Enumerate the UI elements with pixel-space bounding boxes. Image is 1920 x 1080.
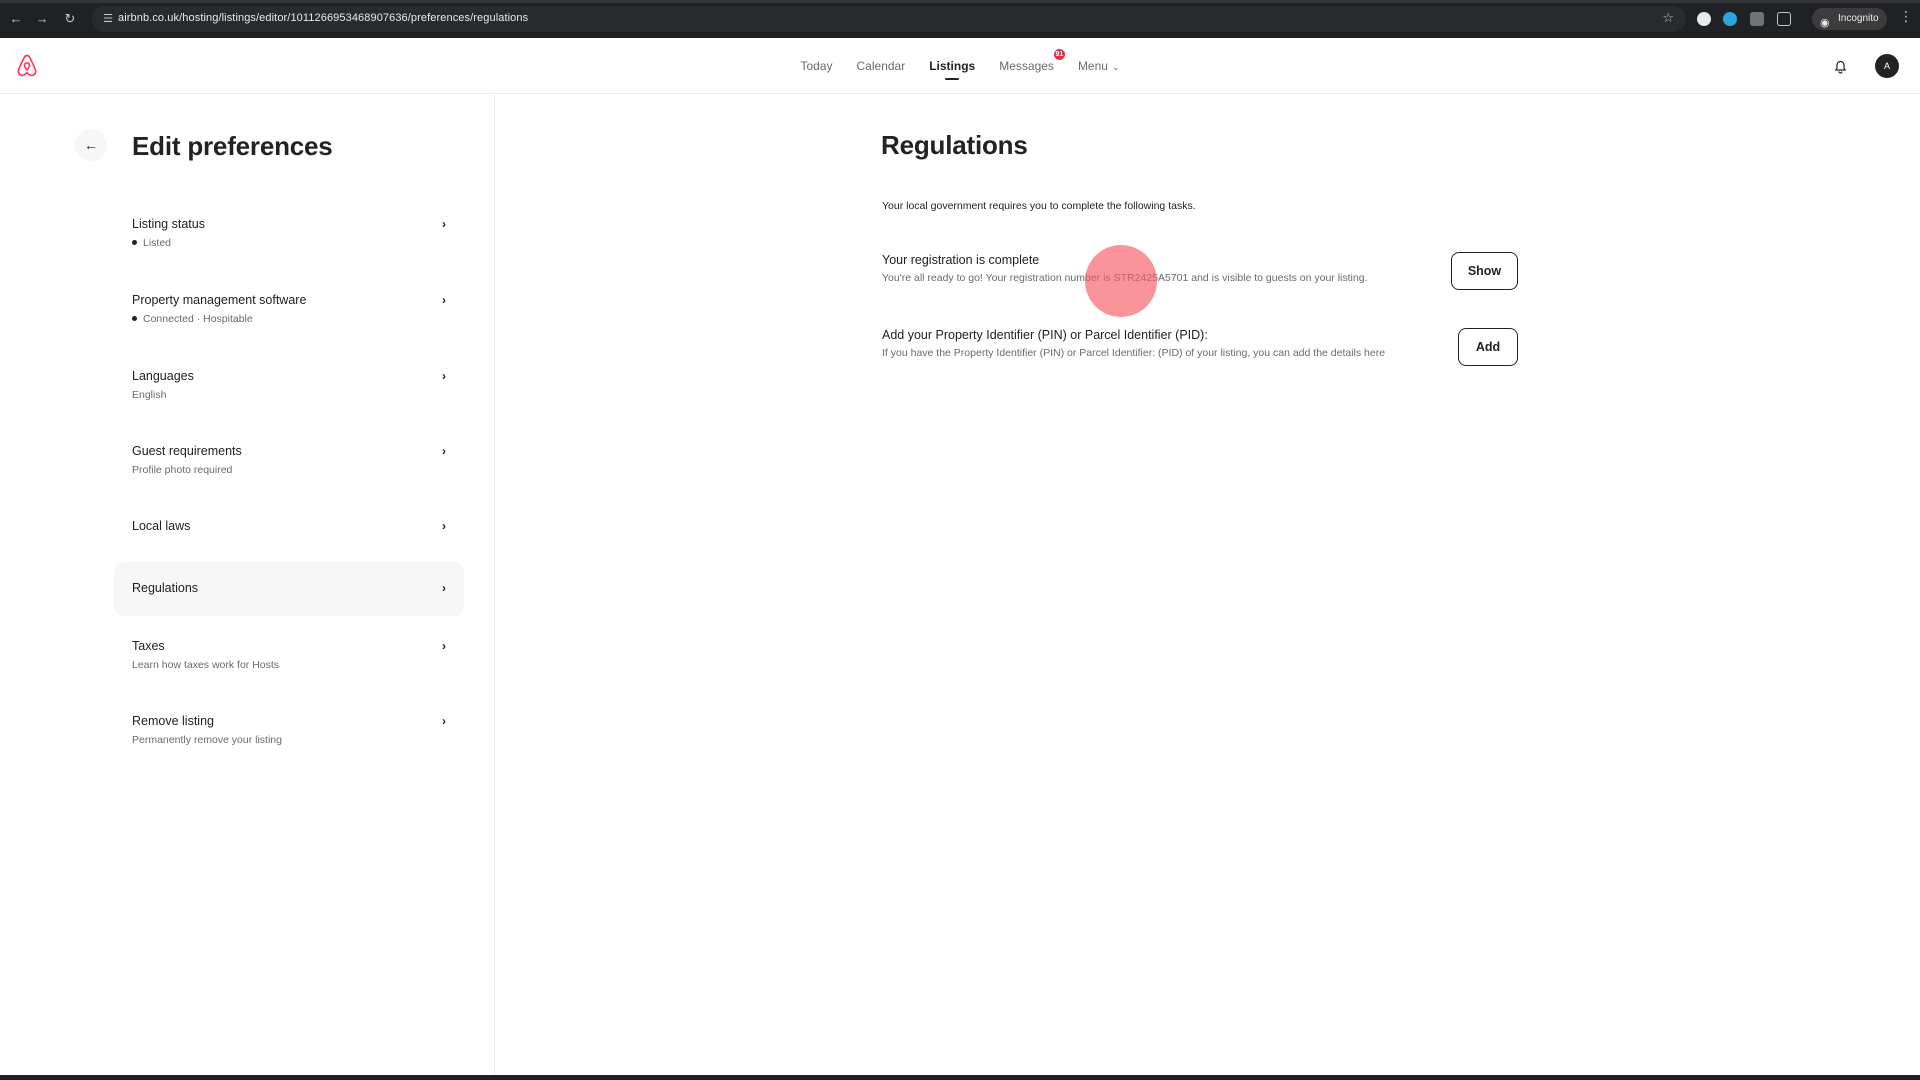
- extension-icon[interactable]: [1723, 12, 1737, 26]
- back-arrow-icon[interactable]: ←: [6, 9, 26, 29]
- sidebar-item-label: Local laws: [132, 519, 191, 533]
- sidebar-item-sub-text: Listed: [143, 237, 172, 249]
- sidebar-item-sub-text: Connected · Hospitable: [143, 313, 253, 325]
- chevron-right-icon: ›: [442, 714, 446, 728]
- task-description: If you have the Property Identifier (PIN…: [882, 347, 1386, 359]
- notifications-bell-icon[interactable]: [1828, 54, 1852, 78]
- sidebar-item-guest-requirements[interactable]: Guest requirements Profile photo require…: [114, 440, 464, 488]
- reload-icon[interactable]: ↻: [60, 9, 80, 29]
- avatar[interactable]: A: [1875, 54, 1899, 78]
- nav-menu-label: Menu: [1077, 59, 1108, 73]
- sidebar-item-label: Remove listing: [132, 714, 214, 728]
- sidebar-item-languages[interactable]: Languages English ›: [114, 365, 464, 413]
- add-button[interactable]: Add: [1458, 328, 1518, 366]
- chevron-right-icon: ›: [442, 293, 446, 307]
- taskbar-edge: [0, 1075, 1920, 1080]
- sidebar-item-property-management-software[interactable]: Property management software Connected ·…: [114, 289, 464, 337]
- incognito-icon: ◉: [1820, 17, 1830, 29]
- nav-messages-label: Messages: [999, 59, 1054, 73]
- sidebar-item-local-laws[interactable]: Local laws ›: [114, 515, 464, 547]
- intro-text: Your local government requires you to co…: [882, 200, 1196, 212]
- nav-messages[interactable]: Messages 91: [999, 38, 1065, 94]
- app-header: Today Calendar Listings Messages 91 Menu…: [0, 38, 1920, 94]
- tab-strip: [0, 0, 1920, 3]
- sidebar-item-remove-listing[interactable]: Remove listing Permanently remove your l…: [114, 710, 464, 758]
- bookmark-star-icon[interactable]: ☆: [1662, 10, 1674, 26]
- chevron-right-icon: ›: [442, 519, 446, 533]
- chevron-right-icon: ›: [442, 581, 446, 595]
- task-title: Add your Property Identifier (PIN) or Pa…: [882, 328, 1208, 342]
- sidebar-item-label: Languages: [132, 369, 194, 383]
- page-title: Edit preferences: [132, 131, 333, 161]
- task-property-identifier: Add your Property Identifier (PIN) or Pa…: [882, 328, 1518, 366]
- back-button[interactable]: ←: [75, 129, 107, 161]
- browser-toolbar: ← → ↻ ☰ airbnb.co.uk/hosting/listings/ed…: [0, 0, 1920, 38]
- sidebar-item-label: Taxes: [132, 639, 165, 653]
- chevron-down-icon: ⌄: [1111, 62, 1120, 72]
- sidebar-item-regulations[interactable]: Regulations ›: [114, 562, 464, 616]
- sidebar-item-taxes[interactable]: Taxes Learn how taxes work for Hosts ›: [114, 635, 464, 683]
- sidebar-item-sub: Listed: [132, 237, 171, 249]
- extensions-puzzle-icon[interactable]: [1777, 12, 1791, 26]
- arrow-left-icon: ←: [84, 137, 98, 153]
- nav-calendar[interactable]: Calendar: [857, 38, 906, 94]
- incognito-label: Incognito: [1838, 13, 1879, 24]
- sidebar-item-listing-status[interactable]: Listing status Listed ›: [114, 213, 464, 261]
- messages-badge: 91: [1053, 49, 1065, 60]
- chevron-right-icon: ›: [442, 639, 446, 653]
- chevron-right-icon: ›: [442, 444, 446, 458]
- sidebar-item-sub: Learn how taxes work for Hosts: [132, 659, 280, 671]
- incognito-indicator[interactable]: ◉ Incognito: [1812, 8, 1887, 30]
- nav-listings[interactable]: Listings: [929, 38, 975, 94]
- chevron-right-icon: ›: [442, 217, 446, 231]
- nav-today[interactable]: Today: [800, 38, 832, 94]
- sidebar-item-sub: Connected · Hospitable: [132, 313, 253, 325]
- nav-menu[interactable]: Menu ⌄: [1078, 38, 1120, 94]
- top-navigation: Today Calendar Listings Messages 91 Menu…: [0, 38, 1920, 94]
- sidebar-item-label: Listing status: [132, 217, 205, 231]
- extension-icon[interactable]: [1750, 12, 1764, 26]
- click-highlight: [1085, 245, 1157, 317]
- chevron-right-icon: ›: [442, 369, 446, 383]
- task-title: Your registration is complete: [882, 253, 1040, 267]
- task-registration: Your registration is complete You're all…: [882, 252, 1518, 291]
- forward-arrow-icon[interactable]: →: [32, 9, 52, 29]
- show-button[interactable]: Show: [1451, 252, 1518, 290]
- sidebar-item-sub: English: [132, 389, 167, 401]
- preferences-sidebar: ← Edit preferences Listing status Listed…: [0, 95, 495, 1075]
- sidebar-item-label: Regulations: [132, 581, 199, 595]
- extension-icon[interactable]: [1697, 12, 1711, 26]
- section-title: Regulations: [881, 130, 1028, 160]
- url-text: airbnb.co.uk/hosting/listings/editor/101…: [118, 12, 529, 24]
- sidebar-item-sub: Permanently remove your listing: [132, 734, 282, 746]
- sidebar-item-label: Property management software: [132, 293, 307, 307]
- address-bar[interactable]: ☰ airbnb.co.uk/hosting/listings/editor/1…: [92, 6, 1686, 32]
- sidebar-item-label: Guest requirements: [132, 444, 242, 458]
- status-dot-icon: [132, 240, 137, 245]
- site-settings-icon[interactable]: ☰: [100, 11, 116, 27]
- status-dot-icon: [132, 316, 137, 321]
- sidebar-item-sub: Profile photo required: [132, 464, 233, 476]
- browser-menu-icon[interactable]: ⋮: [1899, 8, 1913, 25]
